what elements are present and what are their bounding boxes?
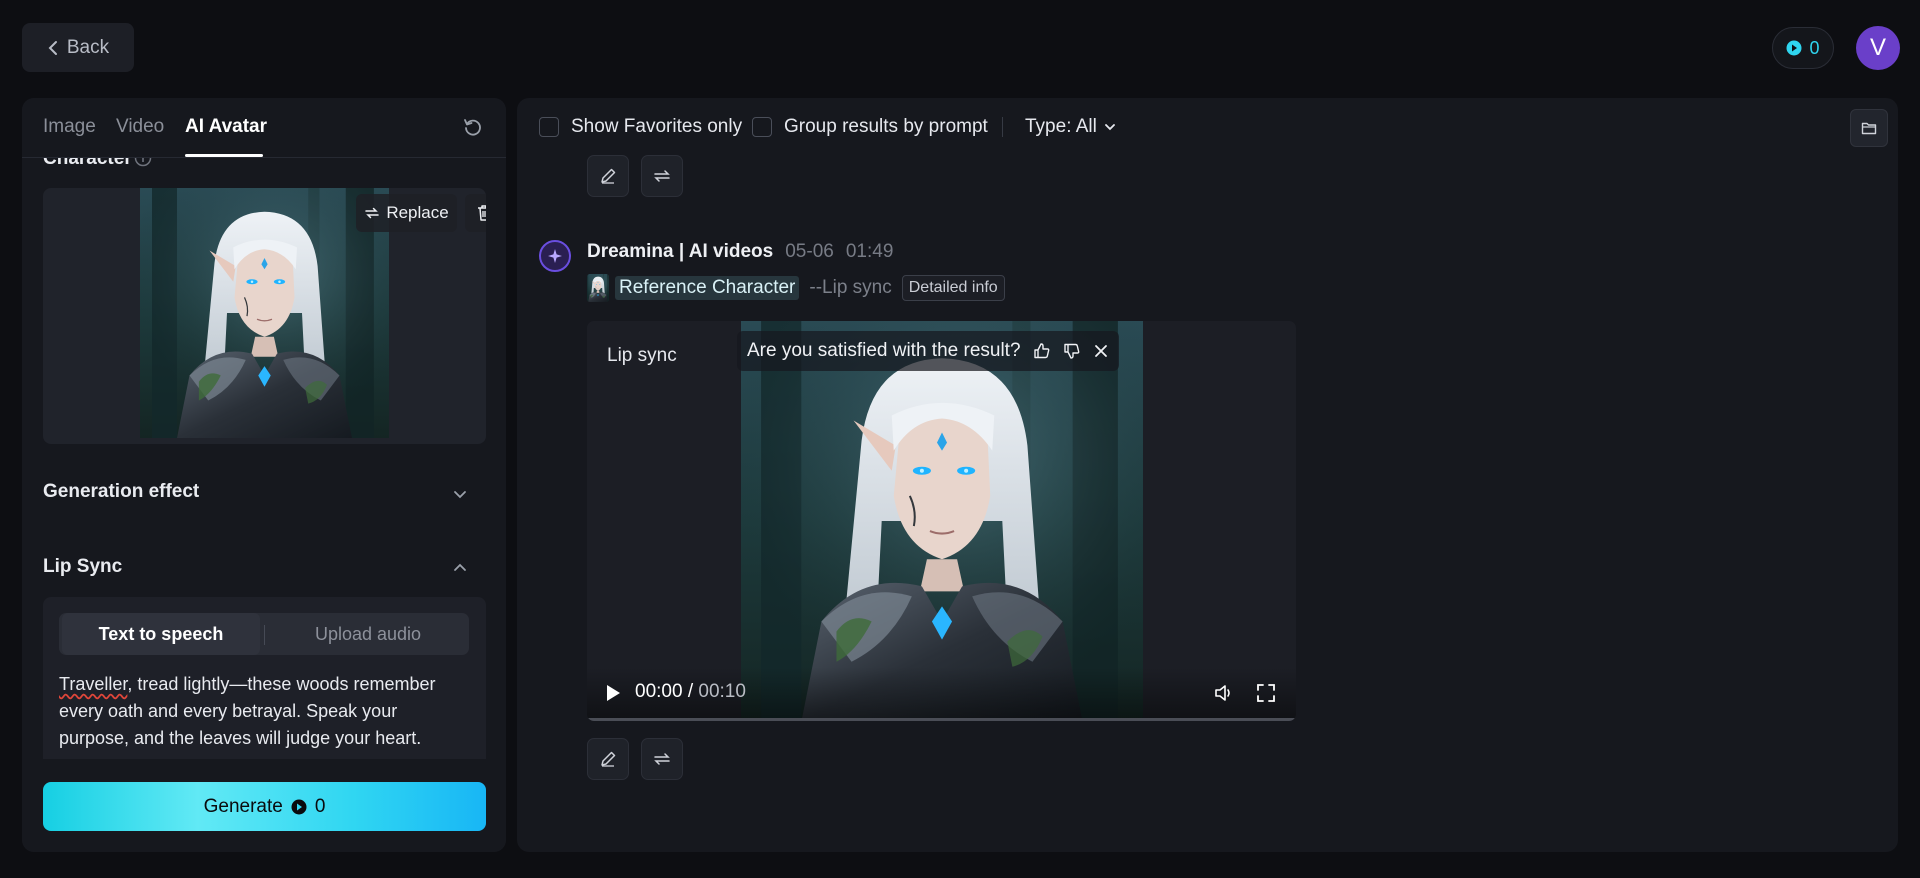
credits-badge[interactable]: 0 bbox=[1772, 27, 1834, 69]
close-icon[interactable] bbox=[1093, 343, 1109, 359]
duration: 00:10 bbox=[698, 681, 746, 702]
replace-button[interactable]: Replace bbox=[356, 194, 457, 232]
video-controls: 00:00 / 00:10 bbox=[587, 667, 1296, 721]
regenerate-icon bbox=[653, 167, 671, 185]
filter-bar: Show Favorites only Group results by pro… bbox=[517, 98, 1898, 156]
generate-button[interactable]: Generate 0 bbox=[43, 782, 486, 831]
video-player[interactable]: Lip sync Are you satisfied with the resu… bbox=[587, 321, 1296, 721]
replace-icon bbox=[364, 205, 380, 221]
tab-image[interactable]: Image bbox=[43, 116, 96, 138]
group-label[interactable]: Group results by prompt bbox=[784, 116, 988, 138]
video-progress-bar[interactable] bbox=[587, 718, 1296, 721]
edit-button[interactable] bbox=[587, 155, 629, 197]
edit-button[interactable] bbox=[587, 738, 629, 780]
pencil-icon bbox=[599, 167, 617, 185]
delete-button[interactable] bbox=[465, 194, 486, 232]
group-checkbox[interactable] bbox=[752, 117, 772, 137]
generation-effect-title[interactable]: Generation effect bbox=[43, 481, 199, 503]
feedback-question: Are you satisfied with the result? bbox=[747, 340, 1021, 361]
upload-audio-option[interactable]: Upload audio bbox=[269, 613, 467, 655]
replace-label: Replace bbox=[386, 203, 449, 222]
mode-tabs: Image Video AI Avatar bbox=[22, 98, 506, 158]
result-title: Dreamina | AI videos bbox=[587, 241, 774, 262]
reference-character-chip[interactable]: Reference Character bbox=[587, 274, 800, 302]
favorites-checkbox[interactable] bbox=[539, 117, 559, 137]
trash-icon bbox=[476, 204, 486, 222]
play-icon[interactable] bbox=[604, 683, 622, 703]
result-time: 01:49 bbox=[845, 241, 894, 262]
filter-divider bbox=[1002, 117, 1003, 137]
type-dropdown[interactable]: Type: All bbox=[1025, 116, 1117, 138]
result-header: Dreamina | AI videos 05-06 01:49 bbox=[587, 241, 893, 263]
credit-coin-icon bbox=[1786, 40, 1802, 56]
generate-label: Generate bbox=[203, 795, 283, 817]
pencil-icon bbox=[599, 750, 617, 768]
audio-mode-switch: Text to speech Upload audio bbox=[59, 613, 469, 655]
time-display: 00:00 / 00:10 bbox=[635, 681, 746, 702]
user-avatar[interactable]: V bbox=[1856, 26, 1900, 70]
back-button[interactable]: Back bbox=[22, 23, 134, 72]
feedback-prompt: Are you satisfied with the result? bbox=[737, 331, 1119, 371]
folder-icon bbox=[1861, 121, 1877, 135]
generator-panel: Image Video AI Avatar Character Replace … bbox=[22, 98, 506, 852]
avatar-initial: V bbox=[1869, 34, 1886, 61]
regenerate-button[interactable] bbox=[641, 155, 683, 197]
reset-icon[interactable] bbox=[462, 116, 484, 138]
credit-coin-icon bbox=[291, 799, 307, 815]
detailed-info-button[interactable]: Detailed info bbox=[901, 275, 1005, 301]
generate-cost: 0 bbox=[314, 795, 326, 817]
favorites-label[interactable]: Show Favorites only bbox=[571, 116, 742, 138]
segment-divider bbox=[264, 625, 265, 645]
folder-button[interactable] bbox=[1850, 109, 1888, 147]
reference-label: Reference Character bbox=[615, 276, 800, 300]
mode-tag: --Lip sync bbox=[809, 277, 892, 298]
speech-text-area[interactable]: Traveller, tread lightly—these woods rem… bbox=[59, 671, 471, 752]
prompt-row: Reference Character --Lip sync Detailed … bbox=[587, 274, 1005, 302]
volume-icon[interactable] bbox=[1213, 682, 1235, 704]
reference-thumbnail bbox=[587, 274, 609, 302]
chevron-up-icon[interactable] bbox=[452, 559, 468, 575]
speech-text-first-word: Traveller bbox=[59, 674, 128, 694]
current-time: 00:00 bbox=[635, 681, 683, 702]
chevron-left-icon bbox=[47, 40, 59, 56]
lip-sync-title[interactable]: Lip Sync bbox=[43, 556, 122, 578]
thumbs-up-icon[interactable] bbox=[1033, 342, 1051, 360]
thumbs-down-icon[interactable] bbox=[1063, 342, 1081, 360]
type-label: Type: All bbox=[1025, 116, 1097, 137]
chevron-down-icon[interactable] bbox=[452, 486, 468, 502]
fullscreen-icon[interactable] bbox=[1255, 682, 1277, 704]
video-label: Lip sync bbox=[607, 345, 677, 366]
tab-video[interactable]: Video bbox=[116, 116, 164, 138]
character-preview: Replace bbox=[43, 188, 486, 444]
tab-ai-avatar[interactable]: AI Avatar bbox=[185, 116, 267, 138]
back-label: Back bbox=[66, 36, 110, 58]
video-frame bbox=[741, 321, 1143, 721]
chevron-down-icon bbox=[1103, 120, 1117, 134]
text-to-speech-option[interactable]: Text to speech bbox=[62, 613, 260, 655]
results-panel: Show Favorites only Group results by pro… bbox=[517, 98, 1898, 852]
character-image bbox=[140, 188, 389, 438]
result-date: 05-06 bbox=[785, 241, 834, 262]
regenerate-button[interactable] bbox=[641, 738, 683, 780]
dreamina-logo-icon bbox=[539, 240, 571, 272]
credits-count: 0 bbox=[1809, 37, 1820, 58]
active-tab-indicator bbox=[185, 154, 263, 157]
regenerate-icon bbox=[653, 750, 671, 768]
